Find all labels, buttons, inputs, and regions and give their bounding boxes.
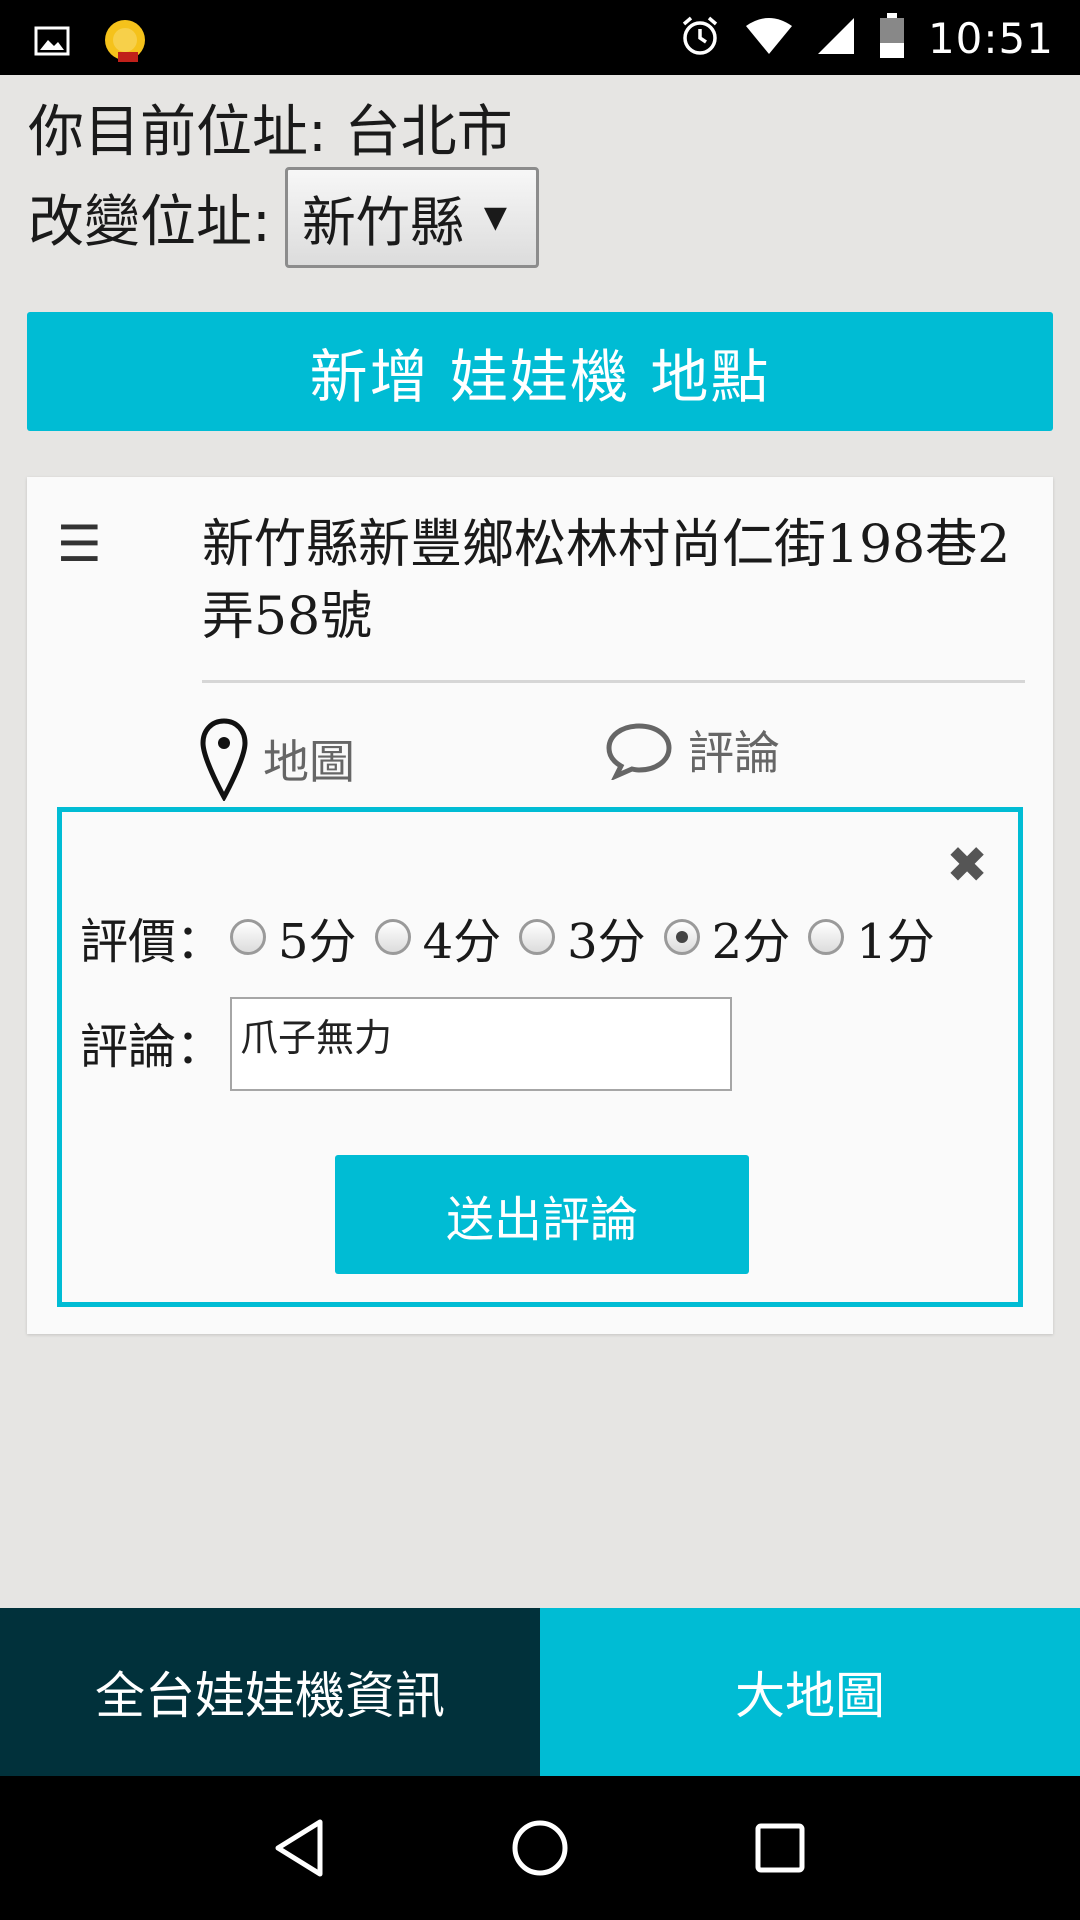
comment-link[interactable]: 評論 (604, 717, 780, 783)
radio-circle[interactable] (808, 919, 845, 955)
divider (202, 680, 1025, 683)
radio-circle-selected[interactable] (663, 919, 700, 955)
comment-row: 評論： (80, 997, 733, 1091)
dropdown-arrow-icon: ▼ (483, 200, 507, 235)
rating-label: 評價： (80, 914, 225, 970)
comment-label: 評論 (688, 726, 780, 780)
radio-circle[interactable] (230, 919, 267, 955)
city-select-value: 新竹縣 (301, 191, 464, 254)
rating-option-label: 2分 (711, 914, 791, 970)
rating-option-1[interactable]: 1分 (808, 902, 935, 972)
rating-option-label: 1分 (856, 914, 935, 970)
main-content: 你目前位址: 台北市 改變位址: 新竹縣 ▼ 新增 娃娃機 地點 ☰ 新竹縣新豐… (0, 75, 1080, 1608)
review-form: ✖ 評價： 5分 4分 3分 2分 1分 評論： 爪子無力 送出評論 (57, 807, 1023, 1307)
rating-option-label: 3分 (567, 914, 646, 970)
comment-field-label: 評論： (80, 1019, 225, 1075)
radio-circle[interactable] (519, 919, 556, 955)
back-icon[interactable] (265, 1813, 335, 1883)
rating-option-4[interactable]: 4分 (374, 902, 502, 972)
app-icon (100, 18, 150, 68)
clock-time: 10:51 (927, 13, 1054, 63)
bottom-tab-bar: 全台娃娃機資訊 大地圖 (0, 1608, 1080, 1776)
city-select[interactable]: 新竹縣 ▼ (284, 167, 539, 268)
location-address: 新竹縣新豐鄉松林村尚仁街198巷2弄58號 (202, 515, 1011, 647)
map-label: 地圖 (263, 735, 355, 789)
rating-option-label: 5分 (278, 914, 357, 970)
menu-icon[interactable]: ☰ (57, 515, 102, 573)
status-bar: 10:51 (0, 0, 1080, 75)
recents-icon[interactable] (745, 1813, 815, 1883)
rating-option-3[interactable]: 3分 (519, 902, 646, 972)
tab-big-map[interactable]: 大地圖 (540, 1608, 1080, 1776)
close-icon[interactable]: ✖ (946, 836, 988, 894)
navigation-bar (0, 1776, 1080, 1920)
image-icon (34, 26, 70, 60)
alarm-icon (678, 14, 722, 62)
change-location-label: 改變位址: (28, 190, 271, 255)
tab-all-taiwan-info[interactable]: 全台娃娃機資訊 (0, 1608, 540, 1776)
add-claw-machine-location-button[interactable]: 新增 娃娃機 地點 (27, 312, 1053, 431)
rating-row: 評價： 5分 4分 3分 2分 1分 (80, 902, 953, 972)
location-card: ☰ 新竹縣新豐鄉松林村尚仁街198巷2弄58號 地圖 評論 ✖ 評價： 5分 4… (27, 477, 1053, 1334)
map-pin-icon (199, 717, 249, 801)
rating-option-5[interactable]: 5分 (230, 902, 357, 972)
change-location-row: 改變位址: 新竹縣 ▼ (28, 167, 539, 268)
home-icon[interactable] (505, 1813, 575, 1883)
battery-icon (878, 13, 906, 63)
speech-bubble-icon (604, 720, 674, 780)
wifi-icon (744, 16, 794, 60)
map-link[interactable]: 地圖 (199, 717, 355, 801)
rating-option-2[interactable]: 2分 (663, 902, 791, 972)
current-location-text: 你目前位址: 台北市 (28, 100, 513, 165)
signal-icon (816, 16, 856, 60)
comment-textarea[interactable] (230, 997, 733, 1091)
rating-option-label: 4分 (422, 914, 502, 970)
radio-circle[interactable] (374, 919, 411, 955)
submit-review-button[interactable]: 送出評論 (335, 1155, 749, 1274)
